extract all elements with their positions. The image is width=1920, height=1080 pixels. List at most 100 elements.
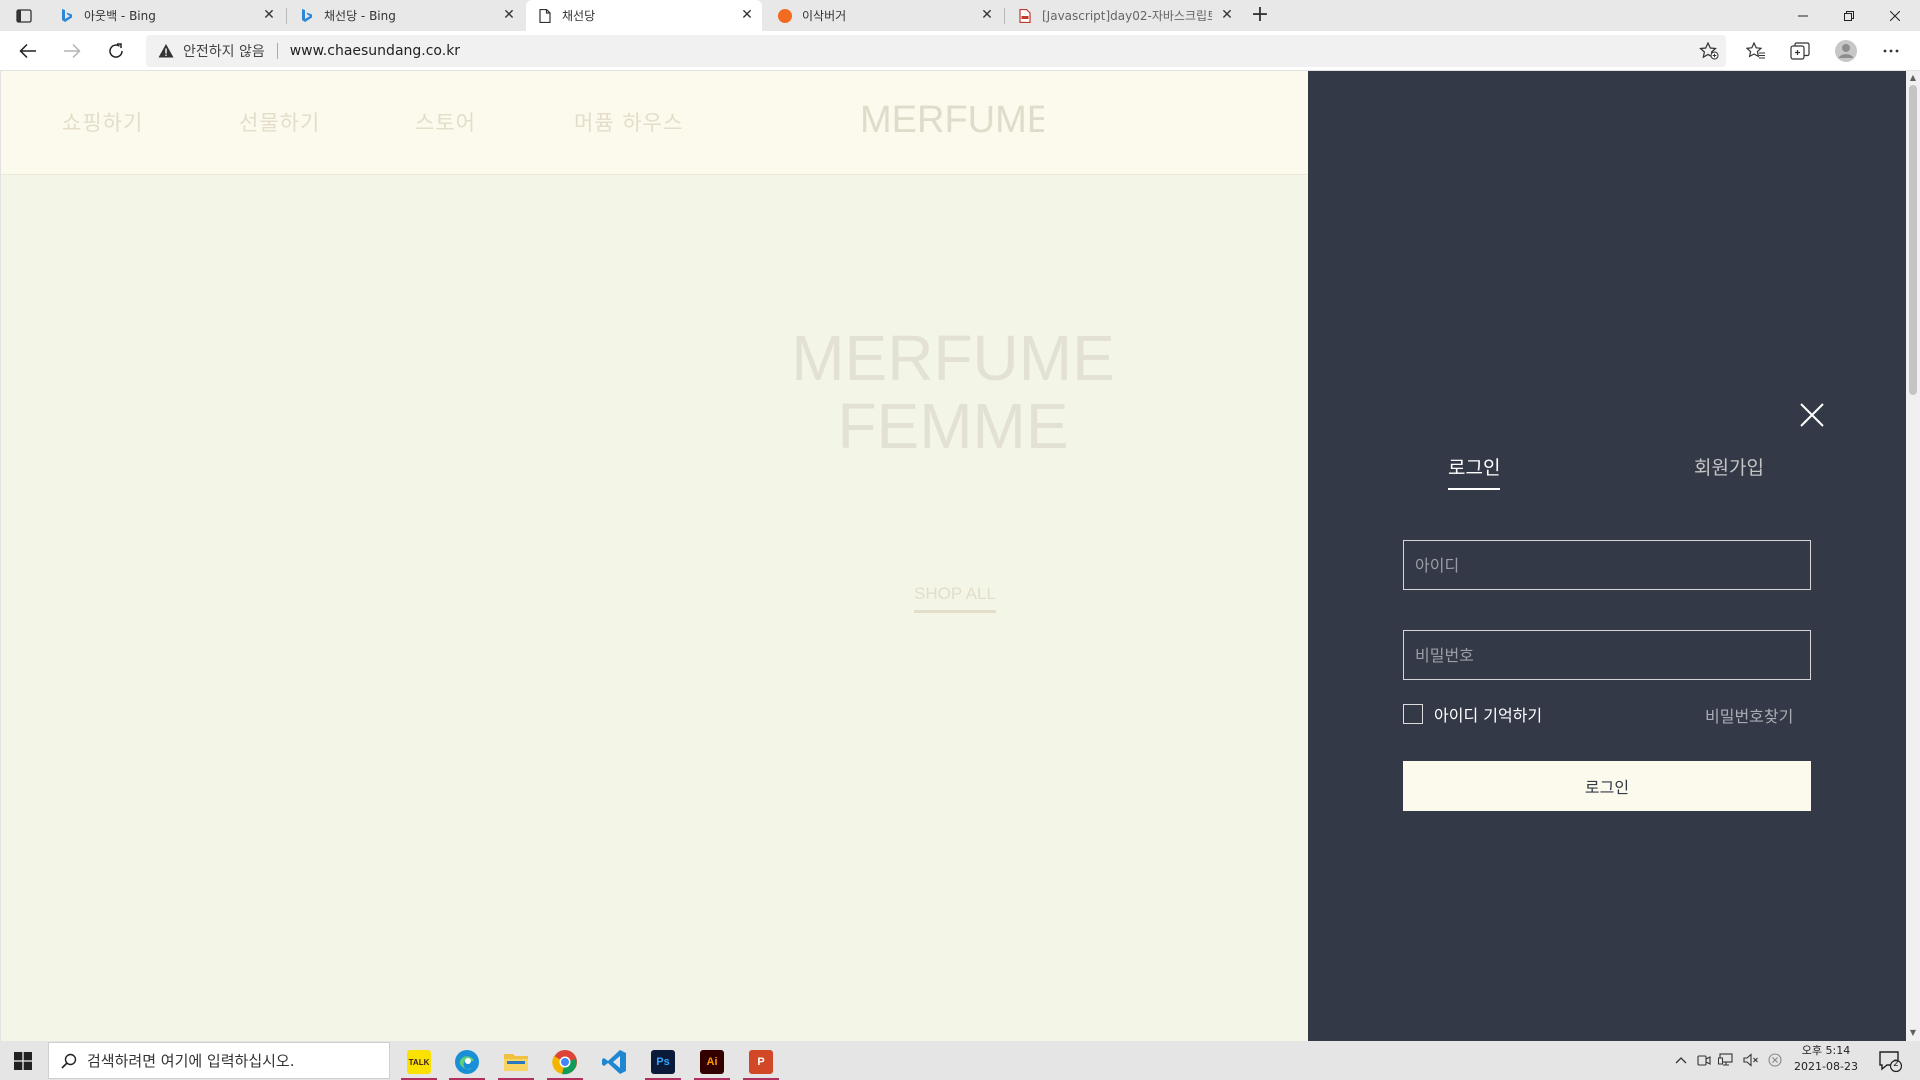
tab-title: 이삭버거 — [802, 9, 847, 23]
tab-close-icon[interactable]: ✕ — [740, 8, 754, 22]
new-tab-button[interactable]: + — [1248, 4, 1272, 28]
warning-icon — [158, 44, 174, 58]
windows-taskbar: 검색하려면 여기에 입력하십시오. TALK Ps Ai P 오후 5:14 2… — [0, 1041, 1920, 1080]
tab-signup[interactable]: 회원가입 — [1694, 453, 1764, 480]
volume-muted-icon[interactable] — [1742, 1051, 1760, 1069]
page-icon — [538, 8, 552, 23]
clock-date: 2021-08-23 — [1794, 1060, 1858, 1073]
close-icon[interactable] — [1798, 401, 1826, 429]
isaac-icon — [778, 8, 792, 23]
clock-time: 오후 5:14 — [1801, 1044, 1851, 1057]
nav-store[interactable]: 스토어 — [415, 107, 476, 137]
folder-icon — [504, 1054, 528, 1071]
edge-icon — [455, 1050, 479, 1074]
tab-title: 채선당 — [562, 9, 596, 23]
network-icon[interactable] — [1717, 1051, 1735, 1069]
browser-tab[interactable]: [Javascript]day02-자바스크립트 ✕ — [1006, 0, 1242, 31]
browser-tab[interactable]: 아웃백 - Bing ✕ — [48, 0, 284, 31]
scroll-down-arrow-icon[interactable]: ▼ — [1909, 1029, 1917, 1037]
find-password-link[interactable]: 비밀번호찾기 — [1705, 703, 1793, 727]
system-clock[interactable]: 오후 5:14 2021-08-23 — [1788, 1043, 1864, 1075]
photoshop-app[interactable]: Ps — [643, 1044, 683, 1080]
settings-more-icon[interactable] — [1878, 38, 1904, 64]
page-scrollbar[interactable]: ▲ ▼ — [1906, 71, 1920, 1041]
refresh-icon[interactable] — [102, 37, 130, 65]
powerpoint-app[interactable]: P — [741, 1044, 781, 1080]
kakaotalk-icon: TALK — [407, 1050, 431, 1074]
tab-title: 채선당 - Bing — [324, 9, 396, 23]
bing-icon — [60, 8, 74, 23]
browser-toolbar: 안전하지 않음 www.chaesundang.co.kr — [0, 31, 1920, 71]
tab-close-icon[interactable]: ✕ — [980, 8, 994, 22]
favorites-icon[interactable] — [1743, 38, 1769, 64]
remember-id-checkbox[interactable] — [1403, 704, 1423, 724]
kakaotalk-app[interactable]: TALK — [399, 1044, 439, 1080]
browser-tab[interactable]: 이삭버거 ✕ — [766, 0, 1002, 31]
taskbar-search-box[interactable]: 검색하려면 여기에 입력하십시오. — [48, 1042, 390, 1079]
security-label: 안전하지 않음 — [183, 44, 265, 60]
website-background: 쇼핑하기 선물하기 스토어 머퓸 하우스 MERFUME MERFUME FEM… — [0, 71, 1309, 1041]
vscode-icon — [602, 1050, 626, 1074]
hero-title: MERFUME FEMME — [761, 324, 1145, 460]
url-text[interactable]: www.chaesundang.co.kr — [290, 43, 460, 59]
remember-id-option[interactable]: 아이디 기억하기 — [1403, 702, 1542, 726]
status-error-icon[interactable] — [1766, 1051, 1784, 1069]
tab-title: [Javascript]day02-자바스크립트 — [1042, 9, 1212, 23]
search-icon — [61, 1053, 77, 1069]
browser-tab-active[interactable]: 채선당 ✕ — [526, 0, 762, 31]
collections-icon[interactable] — [1787, 38, 1813, 64]
file-explorer-app[interactable] — [496, 1044, 536, 1080]
nav-merfume-house[interactable]: 머퓸 하우스 — [574, 107, 683, 137]
browser-tab[interactable]: 채선당 - Bing ✕ — [288, 0, 524, 31]
scroll-thumb[interactable] — [1909, 85, 1917, 395]
tab-separator — [286, 8, 287, 24]
illustrator-icon: Ai — [700, 1050, 724, 1074]
omnibox-separator — [276, 43, 278, 59]
site-logo[interactable]: MERFUME — [860, 99, 1044, 142]
id-input[interactable] — [1403, 540, 1811, 590]
powerpoint-icon: P — [749, 1050, 773, 1074]
tab-close-icon[interactable]: ✕ — [262, 8, 276, 22]
notification-center-icon[interactable]: 2 — [1878, 1049, 1903, 1073]
chrome-icon — [552, 1050, 577, 1075]
bing-icon — [300, 8, 314, 23]
security-warning[interactable]: 안전하지 않음 — [158, 41, 265, 61]
tab-title: 아웃백 - Bing — [84, 9, 156, 23]
tab-login[interactable]: 로그인 — [1448, 453, 1501, 490]
add-favorite-icon[interactable] — [1696, 38, 1722, 64]
scroll-up-arrow-icon[interactable]: ▲ — [1909, 74, 1917, 82]
hero-title-line2: FEMME — [837, 390, 1069, 462]
back-icon[interactable] — [14, 37, 42, 65]
notification-count: 2 — [1893, 1059, 1899, 1069]
search-placeholder: 검색하려면 여기에 입력하십시오. — [87, 1052, 295, 1070]
minimize-icon[interactable] — [1780, 0, 1826, 31]
chrome-app[interactable] — [545, 1044, 585, 1080]
vscode-app[interactable] — [594, 1044, 634, 1080]
shop-all-link[interactable]: SHOP ALL — [914, 584, 996, 613]
window-close-icon[interactable] — [1872, 0, 1918, 31]
tab-actions-icon[interactable] — [12, 6, 36, 26]
meet-now-icon[interactable] — [1695, 1051, 1713, 1069]
photoshop-icon: Ps — [651, 1050, 675, 1074]
login-button[interactable]: 로그인 — [1403, 761, 1811, 811]
illustrator-app[interactable]: Ai — [692, 1044, 732, 1080]
hero-title-line1: MERFUME — [791, 322, 1115, 394]
pdf-icon — [1018, 8, 1032, 23]
tab-close-icon[interactable]: ✕ — [502, 8, 516, 22]
tab-close-icon[interactable]: ✕ — [1220, 8, 1234, 22]
tab-separator — [1004, 8, 1005, 24]
restore-icon[interactable] — [1826, 0, 1872, 31]
forward-icon[interactable] — [58, 37, 86, 65]
windows-start-icon[interactable] — [0, 1041, 46, 1080]
page-viewport: 쇼핑하기 선물하기 스토어 머퓸 하우스 MERFUME MERFUME FEM… — [0, 71, 1906, 1041]
browser-tab-strip: 아웃백 - Bing ✕ 채선당 - Bing ✕ 채선당 ✕ 이삭버거 ✕ [… — [0, 0, 1920, 31]
nav-shopping[interactable]: 쇼핑하기 — [62, 107, 143, 137]
password-input[interactable] — [1403, 630, 1811, 680]
address-bar[interactable]: 안전하지 않음 www.chaesundang.co.kr — [146, 35, 1726, 67]
remember-id-label: 아이디 기억하기 — [1434, 706, 1543, 725]
nav-gift[interactable]: 선물하기 — [239, 107, 320, 137]
profile-avatar-icon[interactable] — [1833, 38, 1859, 64]
edge-app[interactable] — [447, 1044, 487, 1080]
tray-overflow-chevron-icon[interactable] — [1672, 1051, 1690, 1069]
site-header: 쇼핑하기 선물하기 스토어 머퓸 하우스 MERFUME — [1, 71, 1309, 175]
